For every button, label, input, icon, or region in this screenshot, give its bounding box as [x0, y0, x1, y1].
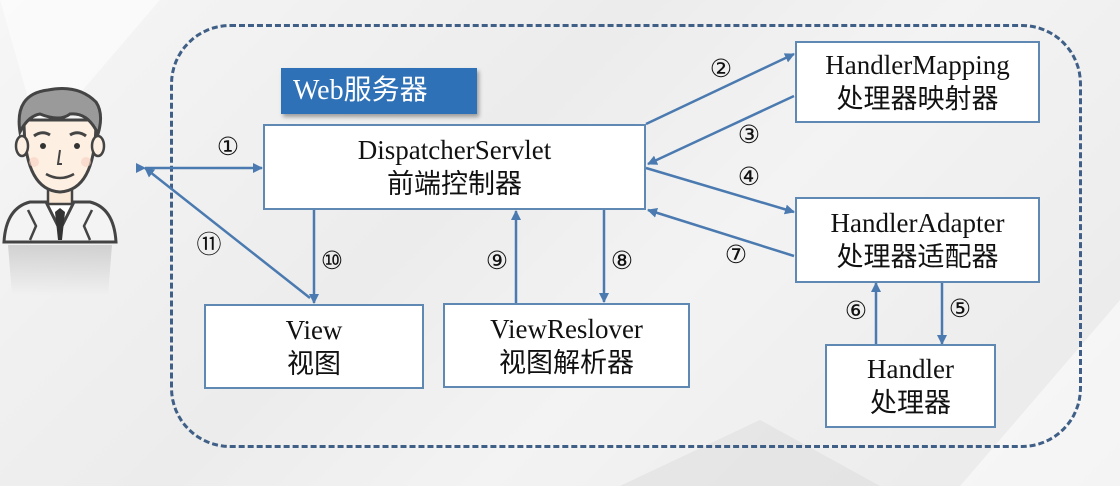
adapter-name: HandlerAdapter — [830, 208, 1005, 238]
step-label-9: ⑨ — [485, 248, 509, 275]
view-node: View 视图 — [204, 304, 424, 389]
step-label-11: ⑪ — [196, 232, 222, 259]
handler-adapter-node: HandlerAdapter 处理器适配器 — [795, 197, 1040, 283]
step-label-2: ② — [709, 56, 733, 83]
step-label-8: ⑧ — [610, 248, 634, 275]
step-label-3: ③ — [737, 122, 761, 149]
dispatcher-desc: 前端控制器 — [387, 169, 522, 199]
arrow-4 — [645, 166, 795, 215]
step-label-5: ⑤ — [948, 296, 972, 323]
handler-desc: 处理器 — [870, 388, 951, 418]
step-label-4: ④ — [737, 164, 761, 191]
adapter-desc: 处理器适配器 — [836, 242, 999, 272]
resolver-desc: 视图解析器 — [499, 347, 634, 378]
arrow-3 — [647, 94, 795, 166]
step-label-7: ⑦ — [724, 242, 748, 269]
handler-name: Handler — [867, 354, 954, 384]
view-desc: 视图 — [287, 348, 341, 379]
mapping-name: HandlerMapping — [825, 50, 1010, 80]
arrow-7 — [647, 207, 795, 258]
step-label-6: ⑥ — [844, 298, 868, 325]
resolver-name: ViewReslover — [490, 313, 643, 344]
dispatcher-servlet-node: DispatcherServlet 前端控制器 — [263, 124, 646, 210]
dispatcher-name: DispatcherServlet — [357, 135, 552, 165]
view-resolver-node: ViewReslover 视图解析器 — [443, 303, 690, 388]
mapping-desc: 处理器映射器 — [836, 84, 999, 114]
view-name: View — [285, 314, 343, 345]
handler-mapping-node: HandlerMapping 处理器映射器 — [795, 41, 1040, 123]
step-label-10: ⑩ — [320, 248, 344, 275]
step-label-1: ① — [216, 134, 240, 161]
handler-node: Handler 处理器 — [825, 344, 996, 428]
